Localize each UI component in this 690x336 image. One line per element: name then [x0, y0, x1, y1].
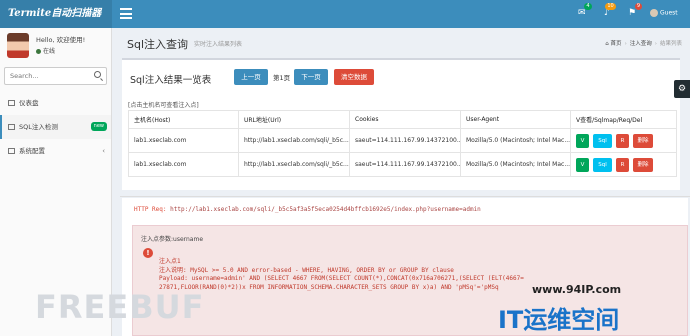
avatar: [7, 33, 29, 58]
http-method-label: HTTP Req:: [134, 206, 167, 213]
request-button[interactable]: R: [616, 157, 629, 172]
gear-icon[interactable]: ⚙: [674, 80, 690, 98]
user-menu[interactable]: Guest: [650, 9, 678, 17]
breadcrumb-current: 结果列表: [659, 41, 682, 47]
delete-button[interactable]: 删除: [633, 157, 653, 172]
column-header-actions: V查看/Sqlmap/Req/Del: [570, 110, 677, 129]
table-hint: [点击主机名可查看注入点]: [128, 102, 199, 109]
page-title: Sql注入查询: [127, 38, 189, 51]
sidebar-item-label: 仪表盘: [19, 99, 39, 107]
brand-watermark: IT运维空间: [498, 306, 620, 334]
results-table: 主机名(Host) URL地址(Url) Cookies User-Agent …: [128, 110, 677, 177]
notification-badge: 10: [605, 3, 616, 10]
delete-button[interactable]: 删除: [633, 133, 653, 148]
bell-icon[interactable]: ♪ 10: [604, 3, 616, 18]
flag-icon[interactable]: ⚑ 9: [628, 3, 643, 18]
detail-line: Payload: username=admin' AND (SELECT 466…: [159, 275, 524, 282]
sidebar-search: [4, 67, 107, 85]
detail-line: 注入点1: [159, 258, 181, 265]
table-row: lab1.xseclab.com http://lab1.xseclab.com…: [128, 128, 677, 153]
sidebar-menu: 仪表盘 SQL注入检测 new 系统配置 ‹: [0, 91, 111, 163]
column-header-host: 主机名(Host): [128, 110, 239, 129]
param-title: 注入点参数:username: [141, 236, 204, 243]
app-logo[interactable]: Termite自动扫描器: [0, 0, 112, 28]
results-box: Sql注入结果一览表 上一页 第1页 下一页 清空数据 [点击主机名可查看注入点…: [122, 58, 680, 190]
list-icon: [8, 124, 15, 130]
online-status: 在线: [36, 46, 55, 55]
cookies-cell: saeut=114.111.167.99.14372100...: [349, 128, 461, 153]
warning-icon: !: [143, 248, 153, 258]
url-cell: http://lab1.xseclab.com/sqli/_b5c...: [238, 152, 350, 177]
table-row: lab1.xseclab.com http://lab1.xseclab.com…: [128, 152, 677, 177]
request-url[interactable]: http://lab1.xseclab.com/sqli/_b5c5af3a5f…: [170, 206, 481, 213]
task-badge: 9: [634, 3, 643, 10]
settings-icon: [8, 148, 15, 154]
mail-badge: 4: [584, 3, 592, 10]
chevron-left-icon: ‹: [102, 147, 105, 155]
page-number: 第1页: [273, 74, 291, 82]
search-icon[interactable]: [94, 71, 101, 78]
view-button[interactable]: V: [576, 133, 589, 148]
sidebar-item-settings[interactable]: 系统配置 ‹: [0, 139, 111, 163]
url-cell: http://lab1.xseclab.com/sqli/_b5c...: [238, 128, 350, 153]
top-navbar: Termite自动扫描器 ✉ 4 ♪ 10 ⚑ 9 Guest: [0, 0, 690, 28]
sidebar-item-label: SQL注入检测: [19, 123, 58, 131]
breadcrumb-home[interactable]: 首页: [611, 41, 622, 47]
online-status-label: 在线: [43, 48, 56, 55]
site-watermark: www.94IP.com: [532, 283, 622, 296]
section-divider: [120, 196, 690, 197]
page-subtitle: 实时注入结果列表: [194, 41, 243, 48]
new-badge: new: [90, 122, 107, 131]
column-header-cookies: Cookies: [349, 110, 461, 129]
user-panel: Hello, 欢迎使用! 在线: [0, 28, 111, 66]
column-header-url: URL地址(Url): [238, 110, 350, 129]
online-dot-icon: [36, 49, 41, 54]
results-title: Sql注入结果一览表: [130, 75, 212, 86]
cookies-cell: saeut=114.111.167.99.14372100...: [349, 152, 461, 177]
column-header-user-agent: User-Agent: [460, 110, 571, 129]
detail-line: 27871,FLOOR(RAND(0)*2))x FROM INFORMATIO…: [159, 283, 499, 291]
dashboard-icon: [8, 100, 15, 106]
breadcrumb-query[interactable]: 注入查询: [630, 41, 652, 47]
search-input[interactable]: [5, 68, 90, 84]
view-button[interactable]: V: [576, 157, 589, 172]
actions-cell: V Sql R 删除: [570, 128, 677, 153]
clear-data-button[interactable]: 清空数据: [334, 69, 374, 85]
welcome-text: Hello, 欢迎使用!: [36, 36, 86, 44]
mail-icon[interactable]: ✉ 4: [578, 3, 592, 18]
table-header-row: 主机名(Host) URL地址(Url) Cookies User-Agent …: [128, 110, 677, 129]
user-avatar-icon: [650, 9, 658, 17]
content-header: Sql注入查询 实时注入结果列表 ⌂ 首页 › 注入查询 › 结果列表: [120, 34, 690, 54]
sqlmap-button[interactable]: Sql: [593, 157, 612, 172]
sqlmap-button[interactable]: Sql: [593, 133, 612, 148]
sidebar-item-sql-injection[interactable]: SQL注入检测 new: [0, 115, 111, 139]
actions-cell: V Sql R 删除: [570, 152, 677, 177]
detail-line: 注入说明: MySQL >= 5.0 AND error-based - WHE…: [159, 266, 454, 274]
injection-details: 注入点1 注入说明: MySQL >= 5.0 AND error-based …: [159, 258, 524, 292]
sidebar-item-dashboard[interactable]: 仪表盘: [0, 91, 111, 115]
user-agent-cell: Mozilla/5.0 (Macintosh; Intel Mac...: [460, 128, 571, 153]
sidebar-toggle-icon[interactable]: [120, 8, 132, 19]
prev-page-button[interactable]: 上一页: [234, 69, 268, 85]
http-request-line: HTTP Req: http://lab1.xseclab.com/sqli/_…: [134, 206, 481, 213]
request-button[interactable]: R: [616, 133, 629, 148]
host-link[interactable]: lab1.xseclab.com: [128, 128, 239, 153]
next-page-button[interactable]: 下一页: [294, 69, 328, 85]
host-link[interactable]: lab1.xseclab.com: [128, 152, 239, 177]
user-agent-cell: Mozilla/5.0 (Macintosh; Intel Mac...: [460, 152, 571, 177]
user-name: Guest: [660, 9, 678, 17]
breadcrumb: ⌂ 首页 › 注入查询 › 结果列表: [605, 41, 682, 47]
sidebar-item-label: 系统配置: [19, 147, 45, 155]
freebuf-watermark: FREEBUF: [35, 288, 205, 326]
